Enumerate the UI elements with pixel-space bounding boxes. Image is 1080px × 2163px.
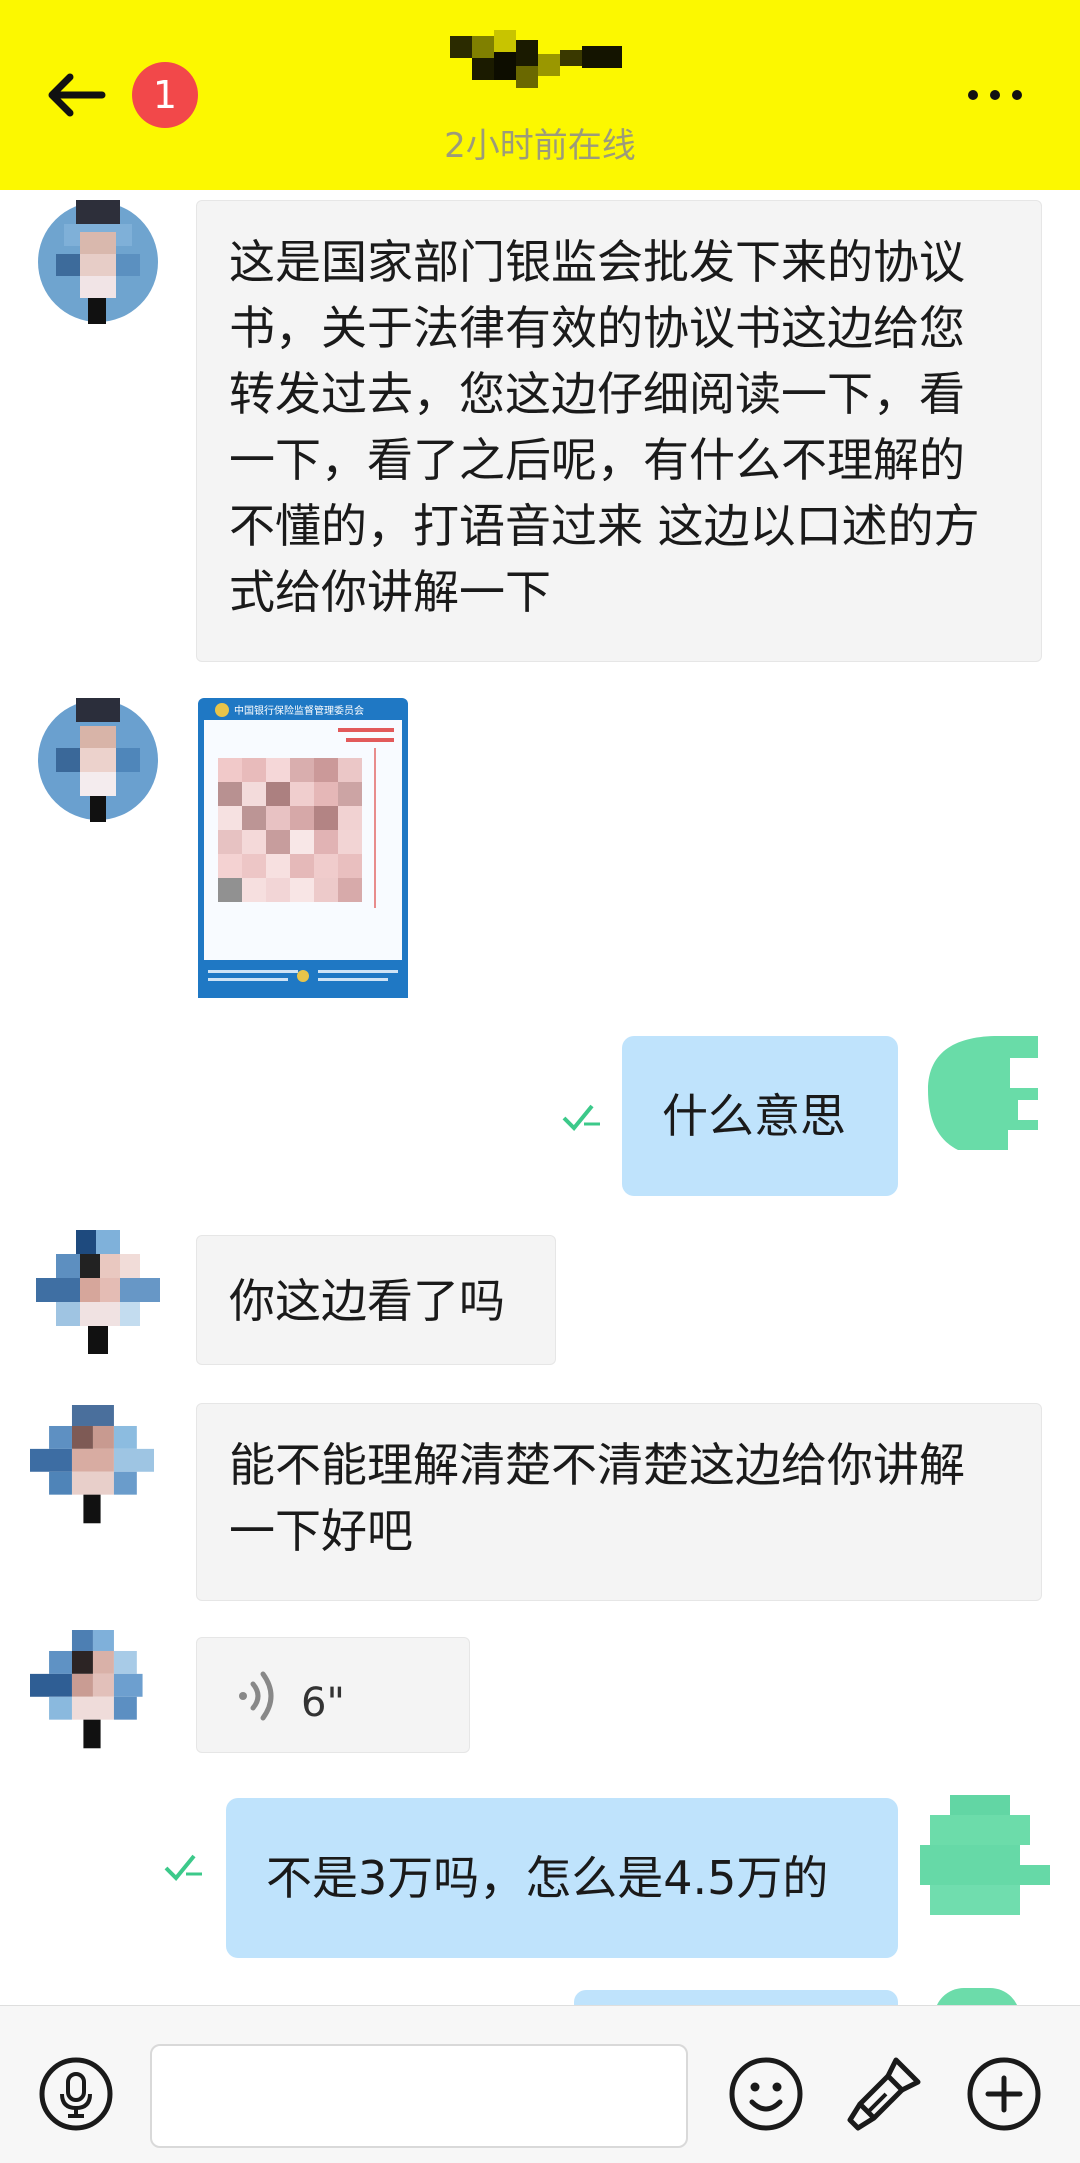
online-status: 2小时前在线 bbox=[444, 126, 636, 166]
chat-header: 1 2小时前在线 bbox=[0, 0, 1080, 190]
document-header-text: 中国银行保险监督管理委员会 bbox=[234, 704, 364, 717]
message-bubble-incoming[interactable]: 能不能理解清楚不清楚这边给你讲解一下好吧 bbox=[196, 1403, 1042, 1601]
message-list[interactable]: 这是国家部门银监会批发下来的协议书，关于法律有效的协议书这边给您转发过去，您这边… bbox=[0, 190, 1080, 2005]
contact-avatar[interactable] bbox=[30, 1405, 154, 1529]
message-bubble-incoming[interactable]: 这是国家部门银监会批发下来的协议书，关于法律有效的协议书这边给您转发过去，您这边… bbox=[196, 200, 1042, 662]
document-thumbnail: 中国银行保险监督管理委员会 bbox=[198, 698, 408, 998]
voice-duration: 6" bbox=[301, 1680, 345, 1726]
contact-avatar[interactable] bbox=[36, 200, 160, 324]
plus-icon bbox=[967, 2057, 1041, 2131]
message-bubble-outgoing-partial[interactable] bbox=[574, 1990, 898, 2005]
message-image[interactable]: 中国银行保险监督管理委员会 bbox=[198, 698, 408, 998]
message-input[interactable] bbox=[150, 2044, 688, 2148]
message-bubble-incoming[interactable]: 你这边看了吗 bbox=[196, 1235, 556, 1365]
contact-avatar[interactable] bbox=[30, 1630, 154, 1754]
contact-avatar[interactable] bbox=[36, 1230, 160, 1354]
input-bar bbox=[0, 2005, 1080, 2163]
message-bubble-outgoing[interactable]: 什么意思 bbox=[622, 1036, 898, 1196]
message-bubble-outgoing[interactable]: 不是3万吗，怎么是4.5万的 bbox=[226, 1798, 898, 1958]
voice-message[interactable]: 6" bbox=[196, 1637, 470, 1753]
contact-name-pixelated bbox=[450, 30, 622, 88]
brush-icon bbox=[847, 2057, 921, 2131]
user-avatar[interactable] bbox=[918, 1030, 1048, 1160]
more-actions-button[interactable] bbox=[964, 2054, 1044, 2134]
user-avatar[interactable] bbox=[910, 1795, 1050, 1925]
emoji-button[interactable] bbox=[726, 2054, 806, 2134]
voice-wave-icon bbox=[239, 1671, 274, 1721]
voice-input-button[interactable] bbox=[36, 2054, 116, 2134]
user-avatar-partial[interactable] bbox=[934, 1988, 1020, 2005]
emoji-icon bbox=[729, 2057, 803, 2131]
more-button[interactable] bbox=[965, 75, 1025, 115]
microphone-icon bbox=[39, 2057, 113, 2131]
read-check-icon bbox=[164, 1854, 202, 1881]
contact-avatar[interactable] bbox=[36, 698, 160, 822]
read-check-icon bbox=[562, 1104, 600, 1131]
more-dots-icon bbox=[968, 90, 1022, 100]
doodle-button[interactable] bbox=[844, 2054, 924, 2134]
